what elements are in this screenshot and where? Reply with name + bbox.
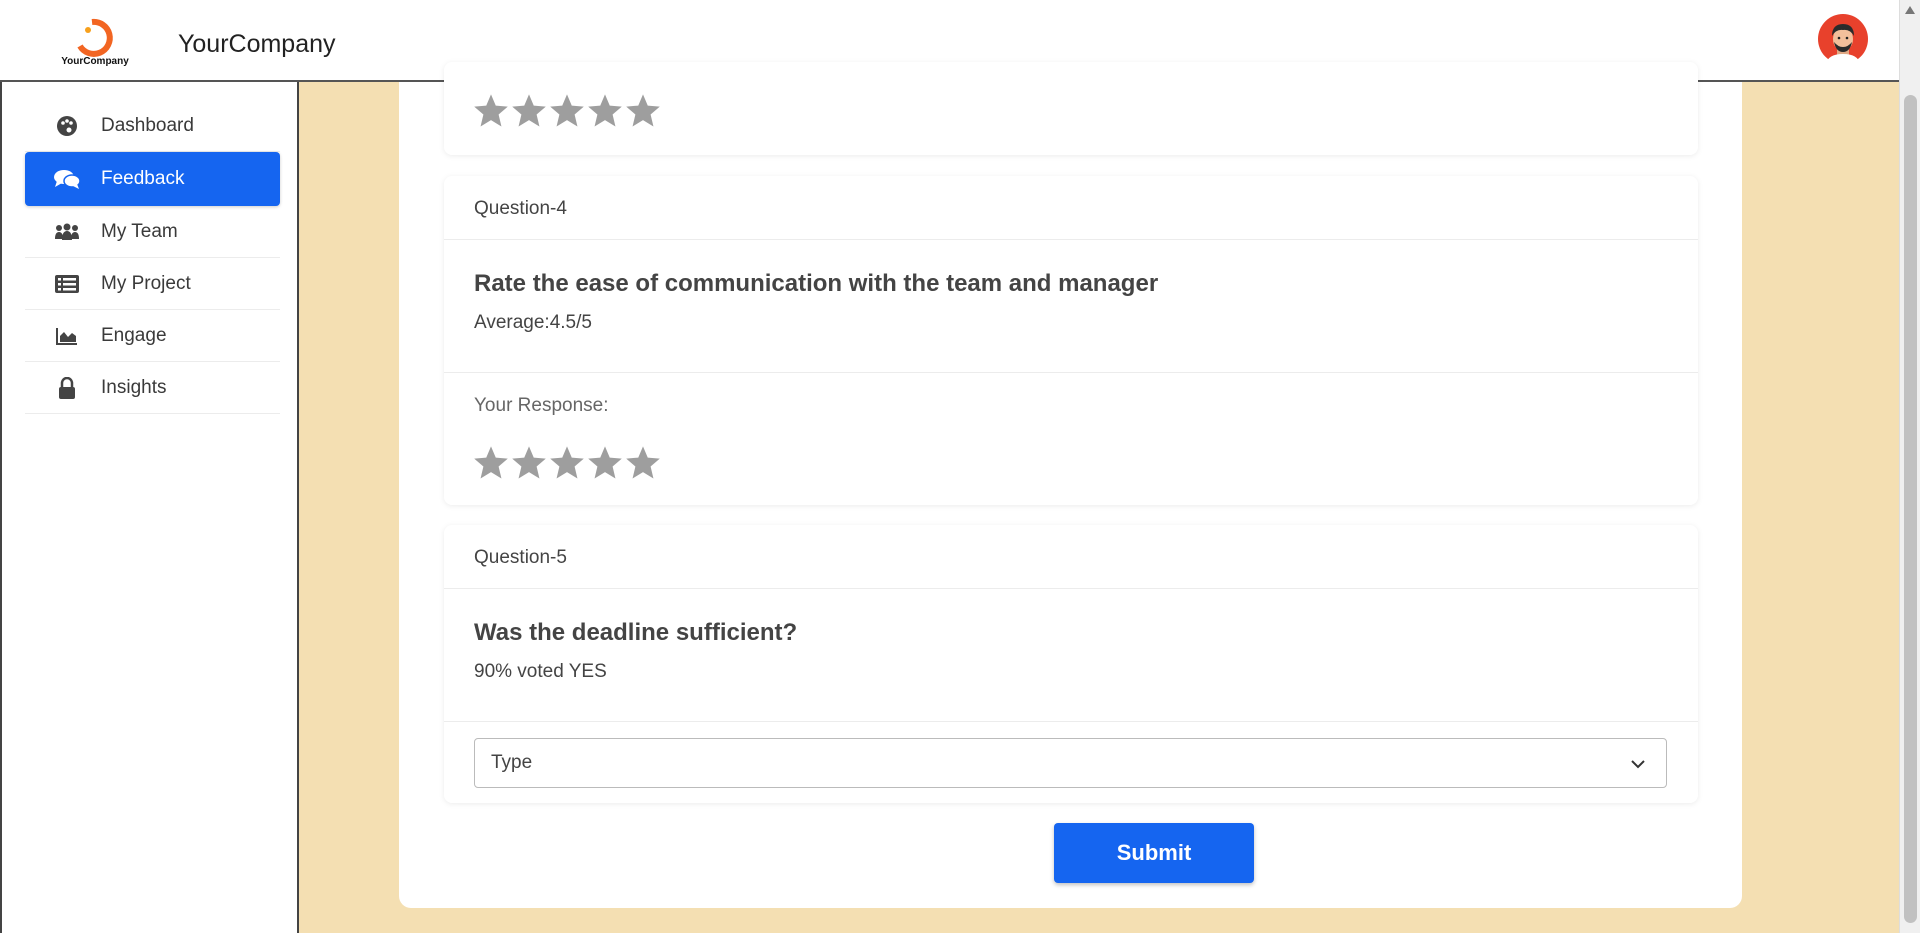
- sidebar-item-engage[interactable]: Engage: [25, 310, 280, 362]
- star-icon[interactable]: [586, 92, 624, 130]
- star-icon[interactable]: [624, 444, 662, 482]
- question-card-4: Question-4 Rate the ease of communicatio…: [444, 176, 1698, 505]
- sidebar-item-label: My Project: [101, 272, 191, 294]
- users-icon: [53, 218, 81, 246]
- question-body: Was the deadline sufficient? 90% voted Y…: [444, 589, 1698, 722]
- question-vote-result: 90% voted YES: [474, 661, 607, 682]
- list-icon: [53, 270, 81, 298]
- star-icon[interactable]: [548, 92, 586, 130]
- feedback-form: Question-4 Rate the ease of communicatio…: [399, 62, 1742, 908]
- star-icon[interactable]: [472, 92, 510, 130]
- sidebar: Dashboard Feedback My Team My Project En…: [0, 82, 299, 933]
- question-text: Was the deadline sufficient?: [474, 619, 798, 646]
- rating-stars[interactable]: [472, 444, 662, 482]
- question-average: Average:4.5/5: [474, 312, 592, 333]
- question-card-5: Question-5 Was the deadline sufficient? …: [444, 525, 1698, 803]
- chevron-down-icon: [1631, 760, 1645, 769]
- star-icon[interactable]: [510, 92, 548, 130]
- palette-icon: [53, 112, 81, 140]
- question-card-3: [444, 62, 1698, 155]
- sidebar-item-label: Feedback: [101, 168, 185, 189]
- star-icon[interactable]: [472, 444, 510, 482]
- star-icon[interactable]: [624, 92, 662, 130]
- sidebar-item-feedback[interactable]: Feedback: [25, 152, 280, 206]
- question-number: Question-5: [444, 525, 1698, 589]
- sidebar-item-insights[interactable]: Insights: [25, 362, 280, 414]
- response-label: Your Response:: [474, 395, 609, 416]
- user-avatar[interactable]: [1818, 14, 1868, 64]
- main-area: Question-4 Rate the ease of communicatio…: [299, 62, 1899, 933]
- sidebar-item-label: Engage: [101, 324, 167, 346]
- comments-icon: [53, 165, 81, 193]
- submit-button[interactable]: Submit: [1054, 823, 1254, 883]
- star-icon[interactable]: [548, 444, 586, 482]
- question-body: Rate the ease of communication with the …: [444, 240, 1698, 373]
- area-chart-icon: [53, 322, 81, 350]
- question-number: Question-4: [444, 176, 1698, 240]
- question-text: Rate the ease of communication with the …: [474, 270, 1159, 297]
- svg-text:YourCompany: YourCompany: [61, 56, 129, 67]
- scroll-up-arrow-icon[interactable]: [1905, 6, 1915, 14]
- sidebar-item-my-project[interactable]: My Project: [25, 258, 280, 310]
- sidebar-item-label: Insights: [101, 376, 167, 398]
- select-value: Type: [491, 752, 533, 773]
- scrollbar[interactable]: [1899, 0, 1920, 933]
- company-logo[interactable]: YourCompany: [58, 18, 132, 70]
- sidebar-item-label: Dashboard: [101, 114, 194, 136]
- rating-stars[interactable]: [472, 92, 662, 130]
- sidebar-item-my-team[interactable]: My Team: [25, 206, 280, 258]
- sidebar-item-label: My Team: [101, 220, 178, 242]
- brand-name: YourCompany: [178, 30, 336, 58]
- star-icon[interactable]: [510, 444, 548, 482]
- star-icon[interactable]: [586, 444, 624, 482]
- lock-icon: [53, 374, 81, 402]
- sidebar-item-dashboard[interactable]: Dashboard: [25, 100, 280, 152]
- scrollbar-thumb[interactable]: [1904, 95, 1917, 923]
- response-type-select[interactable]: Type: [474, 738, 1667, 788]
